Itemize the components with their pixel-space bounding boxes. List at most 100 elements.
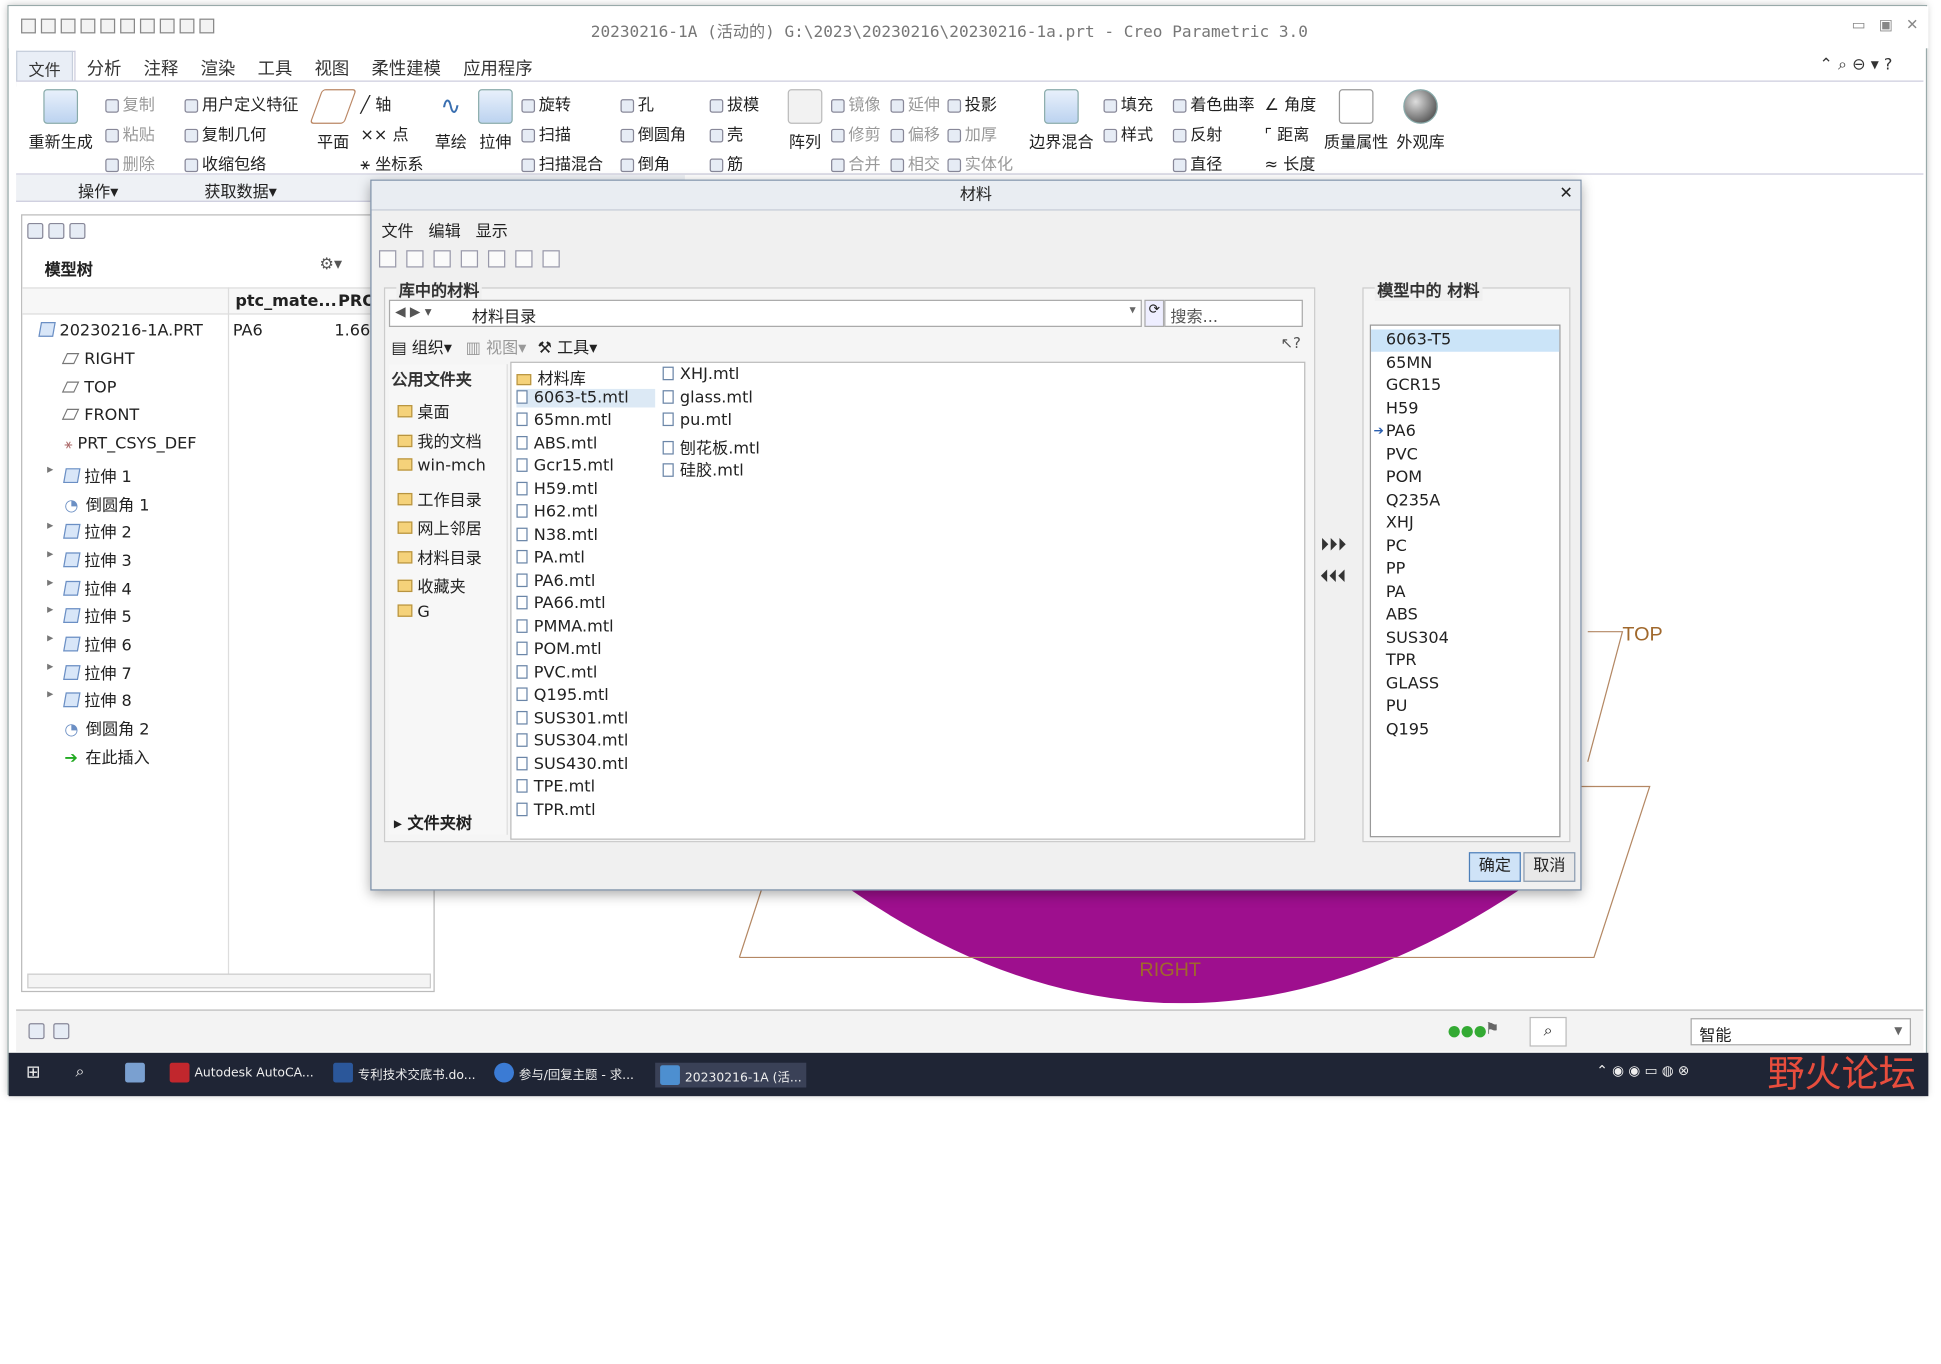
start-icon[interactable]: ⊞ <box>26 1063 41 1083</box>
tab-tools[interactable]: 工具 <box>246 51 303 83</box>
task-browser[interactable]: 参与/回复主题 - 求... <box>494 1062 634 1083</box>
group-operations[interactable]: 操作▾ <box>78 178 118 202</box>
task-word[interactable]: 专利技术交底书.do... <box>333 1062 476 1083</box>
intersect-button[interactable]: 相交 <box>890 151 940 175</box>
favorites-icon[interactable] <box>69 222 86 240</box>
axis-button[interactable]: ╱ 轴 <box>360 92 391 116</box>
selection-filter[interactable]: 智能 ▾ <box>1690 1018 1912 1046</box>
tab-applications[interactable]: 应用程序 <box>452 51 544 83</box>
tree-item[interactable]: ▸ 拉伸 1 <box>47 463 132 487</box>
point-button[interactable]: ×× 点 <box>360 121 408 145</box>
new-icon[interactable] <box>21 18 36 34</box>
shrinkwrap-button[interactable]: 收缩包络 <box>184 151 266 175</box>
folder-tree-toggle[interactable]: ▸ 文件夹树 <box>394 810 472 834</box>
model-material-item[interactable]: GCR15 <box>1371 375 1559 397</box>
tree-item[interactable]: ▸ 拉伸 3 <box>47 547 132 571</box>
place-item[interactable]: G <box>397 603 430 621</box>
trim-button[interactable]: 修剪 <box>831 121 881 145</box>
copy-material-icon[interactable] <box>487 250 506 268</box>
folder-item[interactable]: 材料库 <box>516 365 655 389</box>
expand-icon[interactable]: ▸ <box>47 519 53 533</box>
expand-icon[interactable]: ▸ <box>47 688 53 702</box>
model-material-item[interactable]: PU <box>1371 696 1559 718</box>
menu-edit[interactable]: 编辑 <box>429 218 461 242</box>
ok-button[interactable]: 确定 <box>1468 852 1521 882</box>
find-icon[interactable]: ⌕ <box>1529 1016 1567 1047</box>
tree-item[interactable]: ▸ 拉伸 5 <box>47 604 132 628</box>
offset-button[interactable]: 偏移 <box>890 121 940 145</box>
tray-icons[interactable]: ⌃ ◉ ◉ ▭ ◍ ⊗ <box>1596 1063 1689 1079</box>
model-material-item[interactable]: SUS304 <box>1371 627 1559 649</box>
organize-menu[interactable]: ▤ 组织▾ <box>391 334 452 358</box>
address-bar[interactable]: ◀ ▶ ▾ 材料目录 ▾ <box>388 299 1142 327</box>
tree-item[interactable]: ➔ 在此插入 <box>64 744 149 768</box>
model-material-item[interactable]: H59 <box>1371 398 1559 420</box>
nav-tree-icon[interactable] <box>28 1023 45 1040</box>
remove-material-icon[interactable]: ⏴⏴⏴ <box>1320 567 1346 587</box>
tree-item[interactable]: TOP <box>61 379 116 397</box>
assign-material-icon[interactable] <box>433 250 451 268</box>
model-material-item[interactable]: ABS <box>1371 604 1559 626</box>
revolve-button[interactable]: 旋转 <box>521 92 571 115</box>
draft-button[interactable]: 拔模 <box>709 92 759 115</box>
place-item[interactable]: 我的文档 <box>397 428 482 451</box>
plane-button[interactable]: 平面 <box>309 89 357 152</box>
tree-item[interactable]: ⚹ PRT_CSYS_DEF <box>64 435 196 454</box>
tools-menu[interactable]: ⚒ 工具▾ <box>538 334 598 358</box>
material-file[interactable]: H59.mtl <box>516 480 655 499</box>
cancel-button[interactable]: 取消 <box>1523 852 1576 882</box>
sweep-button[interactable]: 扫描 <box>521 121 571 145</box>
close-window-icon[interactable] <box>199 18 215 34</box>
material-file[interactable]: 6063-t5.mtl <box>516 388 656 407</box>
swept-blend-button[interactable]: 扫描混合 <box>521 151 603 175</box>
material-file[interactable]: PA66.mtl <box>516 595 655 613</box>
tree-item[interactable]: ▸ 拉伸 2 <box>47 519 132 543</box>
help-cursor-icon[interactable]: ↖? <box>1281 334 1301 351</box>
material-file[interactable]: pu.mtl <box>662 411 732 430</box>
back-forward-icon[interactable]: ◀ ▶ ▾ <box>395 303 431 319</box>
expand-icon[interactable]: ▸ <box>47 547 53 561</box>
material-file[interactable]: Gcr15.mtl <box>516 457 655 476</box>
add-material-icon[interactable]: ⏵⏵⏵ <box>1320 535 1346 555</box>
menu-file[interactable]: 文件 <box>381 218 413 242</box>
tree-item[interactable]: ▸ 拉伸 7 <box>47 660 132 684</box>
round-button[interactable]: 倒圆角 <box>620 121 686 145</box>
material-file[interactable]: POM.mtl <box>516 640 655 659</box>
taskbar-search-icon[interactable]: ⌕ <box>76 1063 85 1082</box>
material-file[interactable]: TPR.mtl <box>516 801 655 819</box>
layers-icon[interactable] <box>48 222 65 240</box>
shell-button[interactable]: 壳 <box>709 121 743 145</box>
undo-icon[interactable] <box>120 18 135 34</box>
task-creo[interactable]: 20230216-1A (活... <box>655 1062 807 1088</box>
model-material-item[interactable]: ➔ PA6 <box>1371 421 1559 443</box>
tab-render[interactable]: 渲染 <box>189 51 246 83</box>
tab-view[interactable]: 视图 <box>303 51 360 83</box>
browser-icon[interactable] <box>53 1023 70 1040</box>
save-as-icon[interactable] <box>80 18 96 34</box>
path-dropdown-icon[interactable]: ▾ <box>1129 303 1135 317</box>
project-button[interactable]: 投影 <box>947 92 997 115</box>
views-menu[interactable]: ▥ 视图▾ <box>466 334 527 358</box>
chamfer-button[interactable]: 倒角 <box>620 151 670 175</box>
material-file[interactable]: TPE.mtl <box>516 778 655 796</box>
angle-button[interactable]: ∠ 角度 <box>1265 92 1317 116</box>
material-file[interactable]: PA.mtl <box>516 549 655 567</box>
expand-icon[interactable]: ▸ <box>47 463 53 477</box>
model-material-item[interactable]: PP <box>1371 559 1559 581</box>
paste-button[interactable]: 粘贴 <box>105 121 155 145</box>
save-icon[interactable] <box>60 18 76 34</box>
tab-annotate[interactable]: 注释 <box>133 51 190 83</box>
model-material-item[interactable]: 6063-T5 <box>1371 329 1560 352</box>
style-button[interactable]: 样式 <box>1103 121 1153 145</box>
extrude-button[interactable]: 拉伸 <box>477 89 514 152</box>
merge-button[interactable]: 合并 <box>831 151 881 175</box>
view-material-icon[interactable] <box>542 250 560 268</box>
tree-item[interactable]: ◔ 倒圆角 1 <box>64 491 149 515</box>
material-file[interactable]: SUS301.mtl <box>516 709 655 728</box>
help-icons[interactable]: ⌃ ⌕ ⊖ ▾ ? <box>1819 56 1892 75</box>
menu-display[interactable]: 显示 <box>476 218 508 242</box>
dialog-close-icon[interactable]: ✕ <box>1559 185 1573 204</box>
model-material-item[interactable]: PVC <box>1371 444 1559 466</box>
reflection-button[interactable]: 反射 <box>1172 121 1222 145</box>
regenerate-button[interactable]: 重新生成 <box>26 89 95 152</box>
